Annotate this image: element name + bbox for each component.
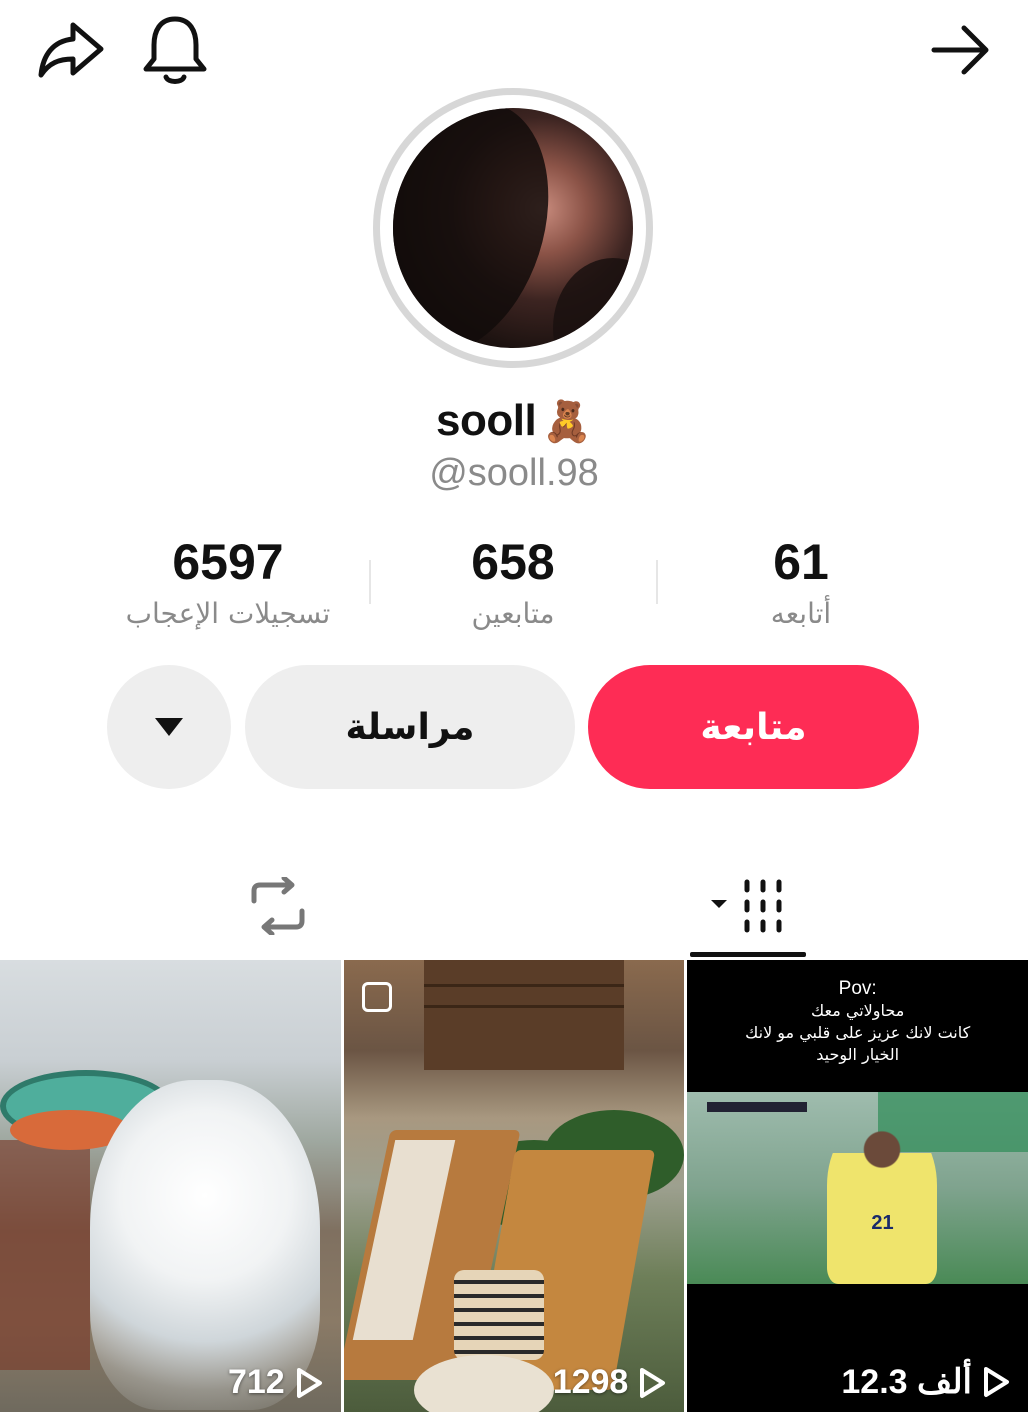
arrow-right-icon	[931, 25, 989, 75]
followers-count: 658	[471, 534, 555, 590]
jersey-number: 21	[871, 1212, 894, 1234]
likes-label: تسجيلات الإعجاب	[125, 597, 331, 630]
bell-icon	[143, 16, 207, 84]
caption-line: كانت لانك عزيز على قلبي مو لانك	[745, 1023, 971, 1042]
avatar	[393, 108, 633, 348]
views-text: 12.3 ألف	[841, 1363, 973, 1401]
view-count: 12.3 ألف	[841, 1362, 1010, 1402]
stat-following[interactable]: 61 أتابعه	[661, 532, 941, 636]
more-button[interactable]	[107, 665, 231, 789]
multi-image-icon	[361, 982, 392, 1012]
back-button[interactable]	[920, 10, 1000, 90]
view-count: 712	[228, 1363, 323, 1402]
view-count: 1298	[553, 1363, 667, 1402]
active-tab-indicator	[690, 952, 806, 957]
stat-likes[interactable]: 6597 تسجيلات الإعجاب	[88, 532, 368, 636]
following-count: 61	[773, 534, 829, 590]
goalkeeper	[827, 1120, 938, 1284]
likes-count: 6597	[172, 534, 284, 590]
video-thumbnail[interactable]: 1298	[343, 960, 685, 1412]
follow-button[interactable]: متابعة	[588, 665, 919, 789]
followers-label: متابعين	[471, 597, 555, 630]
tab-reposts[interactable]	[198, 858, 358, 954]
notifications-button[interactable]	[135, 10, 215, 90]
play-icon	[640, 1367, 666, 1398]
grid-columns-icon	[711, 879, 782, 933]
username: @sooll.98	[429, 452, 599, 494]
play-icon	[296, 1367, 322, 1398]
caption-line: محاولاتي معك	[811, 1001, 905, 1020]
caret-down-icon	[155, 718, 183, 736]
caption-line: الخيار الوحيد	[816, 1045, 900, 1064]
video-thumbnail[interactable]: Pov: محاولاتي معك كانت لانك عزيز على قلب…	[687, 960, 1028, 1412]
stat-divider	[656, 560, 658, 604]
avatar-ring[interactable]	[373, 88, 653, 368]
stat-divider	[369, 560, 371, 604]
profile-name-row: sooll 🧸	[0, 396, 1028, 446]
caption-title: Pov:	[838, 978, 877, 999]
play-icon	[984, 1367, 1010, 1397]
video-frame: 21	[687, 1092, 1028, 1284]
share-arrow-icon	[38, 22, 104, 78]
message-button[interactable]: مراسلة	[245, 665, 575, 789]
video-caption: Pov: محاولاتي معك كانت لانك عزيز على قلب…	[687, 978, 1028, 1066]
tab-videos[interactable]	[668, 858, 828, 954]
share-button[interactable]	[30, 10, 110, 90]
video-thumbnail[interactable]: 712	[0, 960, 341, 1412]
views-text: 712	[227, 1363, 285, 1401]
scoreboard	[707, 1102, 808, 1112]
display-name: sooll	[436, 396, 537, 445]
stat-followers[interactable]: 658 متابعين	[373, 532, 653, 636]
repost-icon	[251, 877, 305, 935]
views-text: 1298	[552, 1363, 629, 1401]
teddy-bear-emoji: 🧸	[542, 398, 592, 445]
video-grid: 712 1298 Pov: محاولاتي معك كانت لانك عزي…	[0, 960, 1028, 1412]
following-label: أتابعه	[770, 597, 832, 630]
